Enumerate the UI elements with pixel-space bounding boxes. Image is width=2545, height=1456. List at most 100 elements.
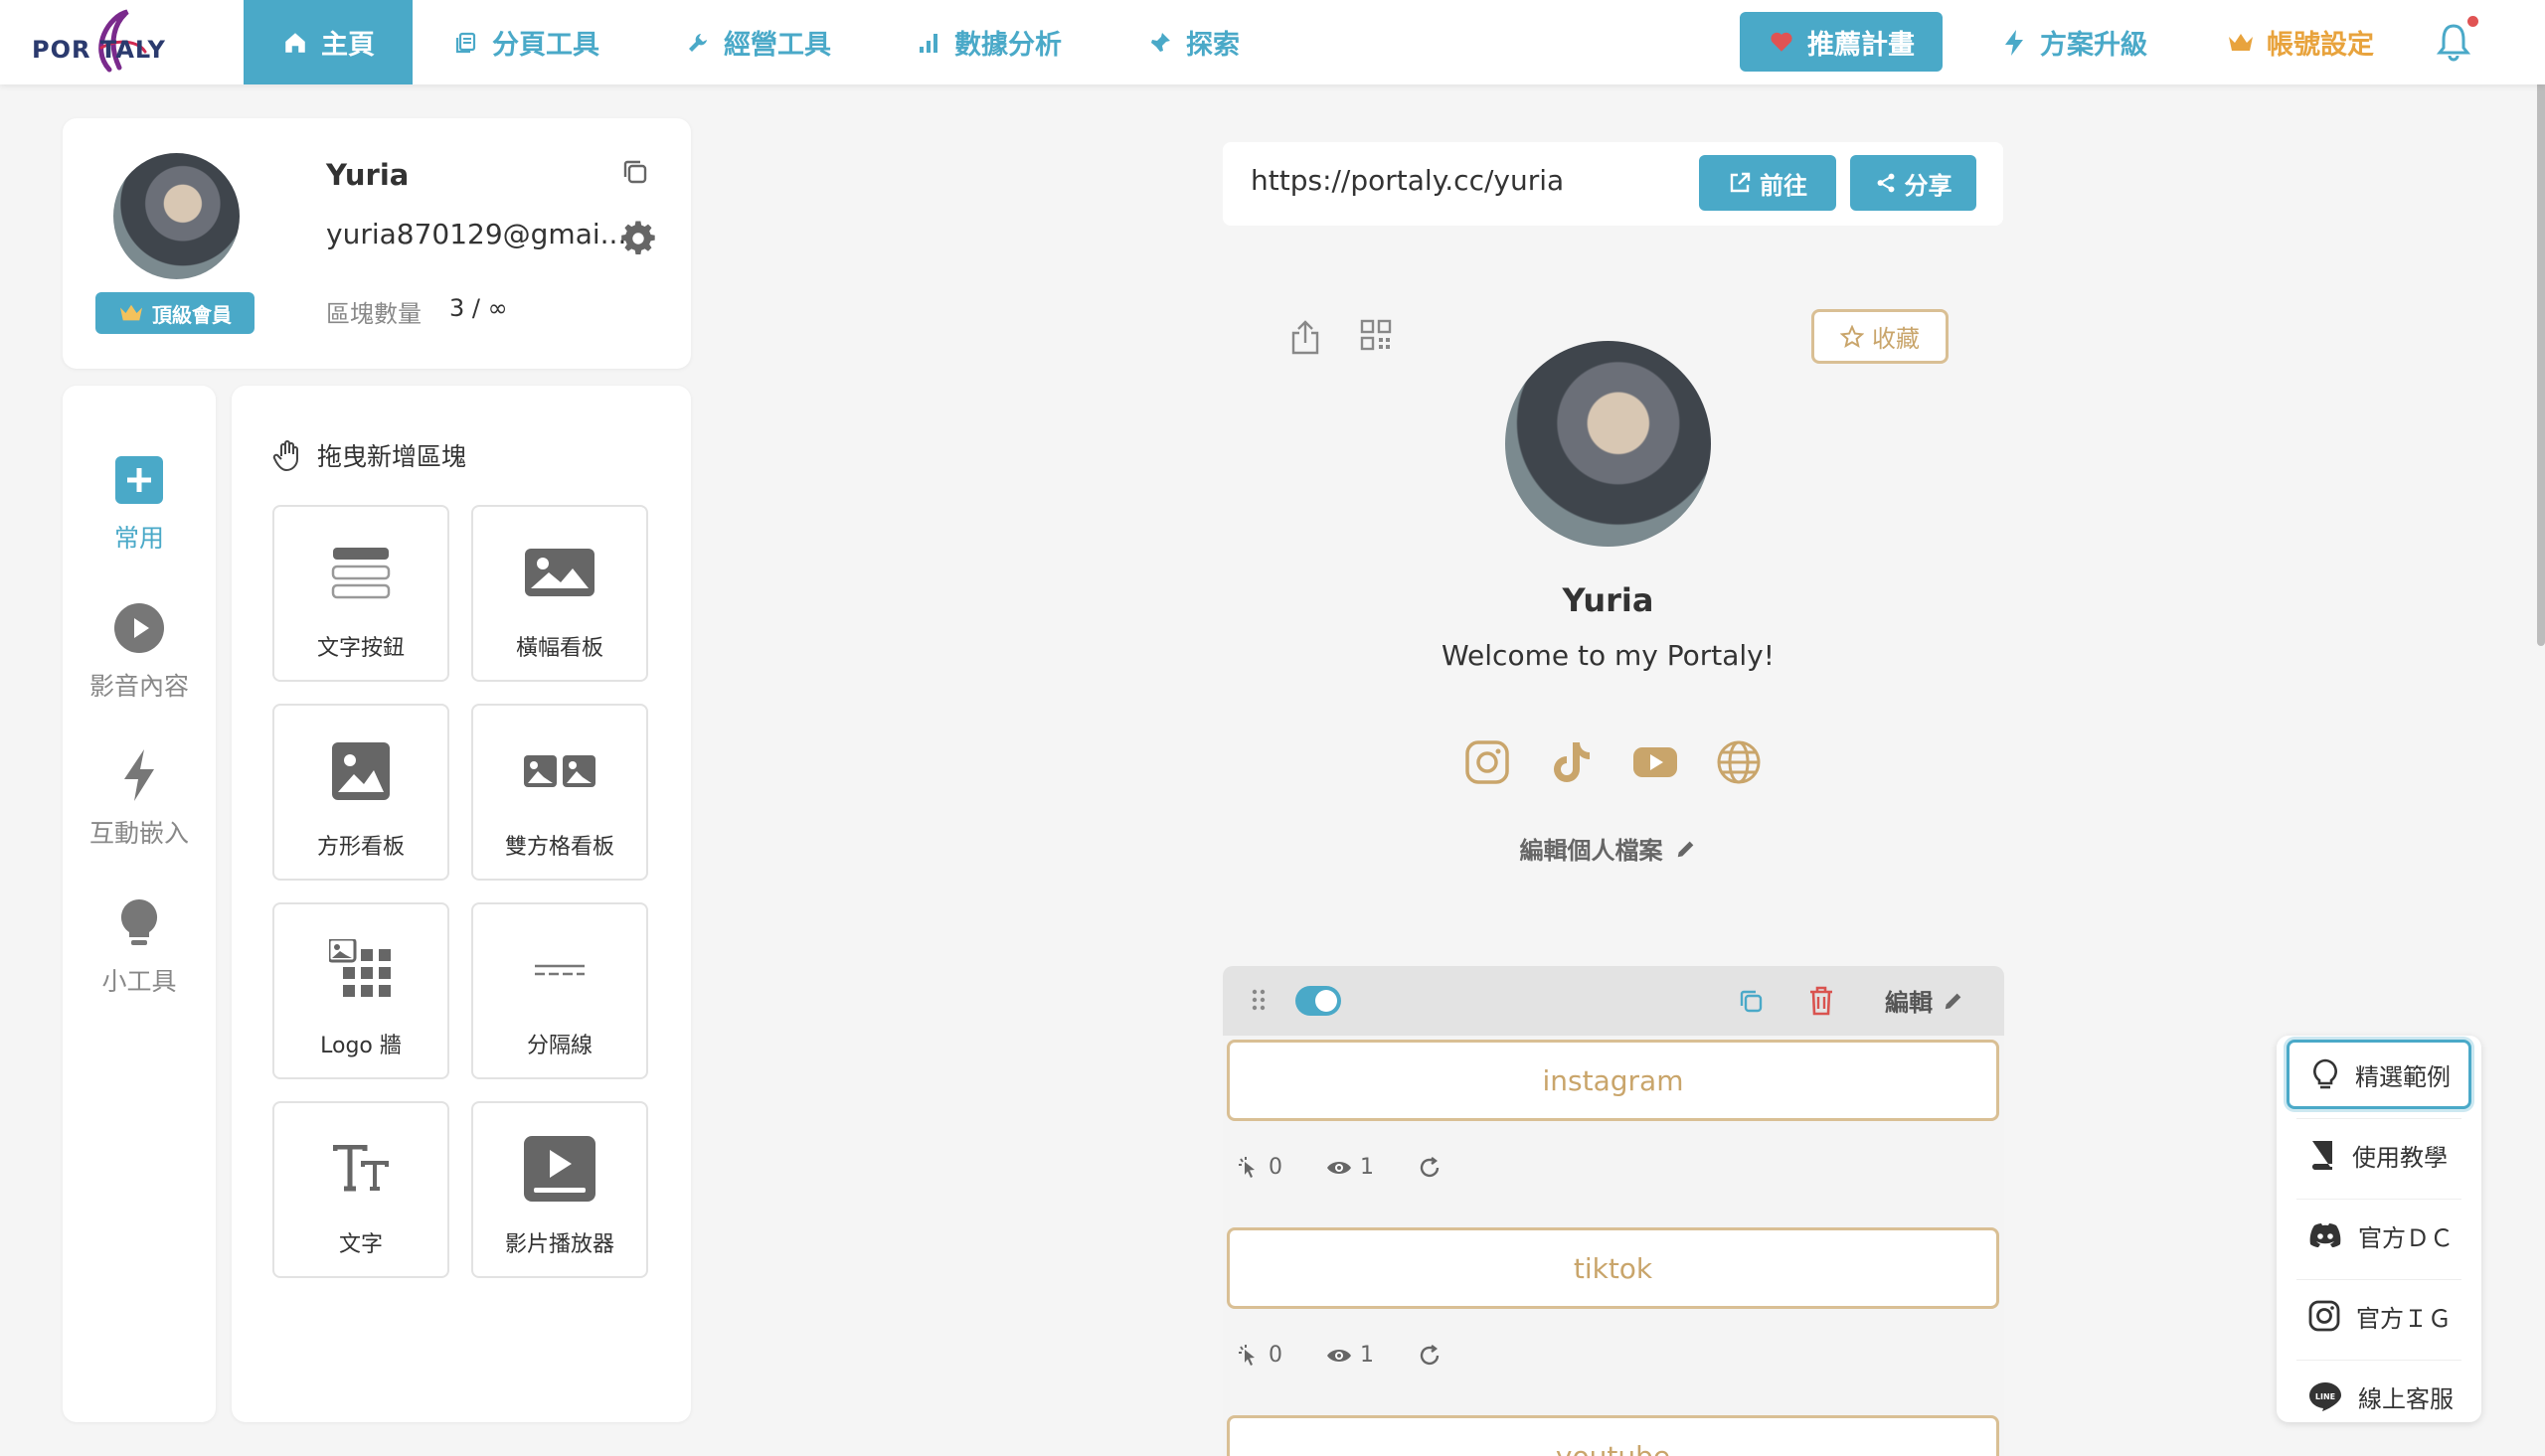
heart-icon (1768, 28, 1795, 56)
logo-text: POR TALY (32, 36, 166, 64)
tile-banner[interactable]: 橫幅看板 (471, 505, 648, 682)
nav-analytics-label: 數據分析 (954, 30, 1062, 61)
rail-item-embed[interactable]: 互動嵌入 (63, 749, 216, 850)
rail-item-common[interactable]: 常用 (63, 455, 216, 555)
trash-icon[interactable] (1807, 985, 1835, 1017)
category-rail: 常用 影音內容 互動嵌入 小工具 (63, 386, 216, 1422)
go-button[interactable]: 前往 (1699, 155, 1836, 211)
tile-square[interactable]: 方形看板 (272, 704, 449, 881)
link-button-youtube[interactable]: youtube (1227, 1415, 1999, 1456)
globe-icon[interactable] (1716, 739, 1762, 785)
visibility-toggle[interactable] (1295, 986, 1341, 1016)
pencil-icon (1677, 841, 1693, 857)
nav-explore[interactable]: 探索 (1146, 0, 1240, 84)
nav-referral-button[interactable]: 推薦計畫 (1740, 12, 1943, 72)
view-count: 1 (1360, 1155, 1374, 1180)
help-menu: 精選範例 使用教學 官方ＤＣ 官方ＩＧ LINE 線上客服 (2277, 1036, 2481, 1422)
rail-item-widgets[interactable]: 小工具 (63, 898, 216, 998)
wrench-icon (684, 29, 712, 57)
tile-text[interactable]: 文字 (272, 1101, 449, 1278)
bolt-icon (2000, 29, 2028, 57)
upload-share-icon[interactable] (1289, 319, 1321, 355)
avatar[interactable] (113, 153, 240, 279)
eye-icon (1327, 1161, 1351, 1174)
click-icon (1239, 1156, 1255, 1178)
profile-email: yuria870129@gmai... (326, 218, 627, 250)
nav-home-label: 主頁 (321, 30, 375, 61)
click-count: 0 (1269, 1343, 1282, 1368)
nav-page-tools-label: 分頁工具 (492, 30, 599, 61)
divider (2296, 1199, 2461, 1200)
instagram-icon[interactable] (1464, 739, 1510, 785)
share-button[interactable]: 分享 (1850, 155, 1976, 211)
notification-dot (2467, 16, 2478, 27)
view-count: 1 (1360, 1343, 1374, 1368)
help-item-examples[interactable]: 精選範例 (2287, 1040, 2471, 1109)
qr-code-icon[interactable] (1360, 319, 1392, 351)
help-item-line[interactable]: LINE 線上客服 (2287, 1362, 2471, 1431)
page-url[interactable]: https://portaly.cc/yuria (1251, 164, 1564, 197)
nav-page-tools[interactable]: 分頁工具 (452, 0, 599, 84)
line-icon: LINE (2309, 1382, 2341, 1411)
bulb-icon (114, 898, 164, 948)
rail-item-label: 互動嵌入 (88, 819, 189, 848)
tile-double[interactable]: 雙方格看板 (471, 704, 648, 881)
share-button-label: 分享 (1904, 171, 1952, 200)
nav-biz-tools[interactable]: 經營工具 (684, 0, 831, 84)
member-badge: 頂級會員 (95, 292, 254, 334)
rail-item-media[interactable]: 影音內容 (63, 603, 216, 703)
nav-home[interactable]: 主頁 (244, 0, 413, 84)
refresh-icon[interactable] (1418, 1156, 1442, 1180)
drag-handle-icon[interactable] (1250, 988, 1268, 1012)
square-image-icon (321, 735, 401, 807)
duplicate-icon[interactable] (1737, 987, 1765, 1015)
tile-text-button[interactable]: 文字按鈕 (272, 505, 449, 682)
youtube-icon[interactable] (1632, 739, 1678, 785)
text-button-icon (321, 537, 401, 608)
tile-label: 方形看板 (316, 835, 405, 860)
portaly-logo[interactable]: POR TALY (30, 8, 179, 78)
click-icon (1239, 1344, 1255, 1366)
crown-icon (2227, 29, 2255, 57)
link-button-tiktok[interactable]: tiktok (1227, 1227, 1999, 1309)
tile-divider[interactable]: 分隔線 (471, 902, 648, 1079)
external-link-icon (1730, 172, 1751, 193)
copy-icon[interactable] (619, 156, 651, 188)
favorite-button[interactable]: 收藏 (1811, 309, 1949, 364)
gear-icon[interactable] (619, 220, 657, 257)
crown-icon (118, 302, 144, 324)
go-button-label: 前往 (1760, 171, 1807, 200)
nav-upgrade[interactable]: 方案升級 (2000, 0, 2147, 84)
help-item-label: 精選範例 (2355, 1062, 2451, 1091)
tile-logo-wall[interactable]: Logo 牆 (272, 902, 449, 1079)
nav-biz-tools-label: 經營工具 (724, 30, 831, 61)
blocks-panel-title: 拖曳新增區塊 (271, 437, 466, 473)
refresh-icon[interactable] (1418, 1344, 1442, 1368)
link-button-label: instagram (1542, 1063, 1684, 1097)
tile-video-player[interactable]: 影片播放器 (471, 1101, 648, 1278)
tile-label: 雙方格看板 (504, 835, 614, 860)
tile-label: 分隔線 (526, 1034, 593, 1058)
help-item-instagram[interactable]: 官方ＩＧ (2287, 1281, 2471, 1351)
text-icon (321, 1133, 401, 1205)
nav-account[interactable]: 帳號設定 (2227, 0, 2374, 84)
double-image-icon (520, 735, 599, 807)
bell-icon[interactable] (2436, 22, 2471, 62)
member-badge-label: 頂級會員 (152, 302, 232, 327)
divider (2296, 1118, 2461, 1119)
pin-icon (1146, 29, 1174, 57)
edit-profile-link[interactable]: 編輯個人檔案 (1491, 831, 1725, 866)
link-button-instagram[interactable]: instagram (1227, 1040, 1999, 1121)
tile-label: 文字按鈕 (316, 636, 405, 661)
tiktok-icon[interactable] (1548, 739, 1594, 785)
rail-item-label: 常用 (113, 524, 164, 553)
preview-name: Yuria (1562, 581, 1654, 619)
nav-analytics[interactable]: 數據分析 (915, 0, 1062, 84)
block-edit-button[interactable]: 編輯 (1885, 983, 1964, 1018)
help-item-discord[interactable]: 官方ＤＣ (2287, 1201, 2471, 1270)
share-icon (1877, 173, 1894, 193)
preview-avatar (1505, 341, 1711, 547)
help-item-tutorial[interactable]: 使用教學 (2287, 1120, 2471, 1190)
nav-account-label: 帳號設定 (2267, 30, 2374, 61)
page-scrollbar[interactable] (2537, 0, 2545, 646)
